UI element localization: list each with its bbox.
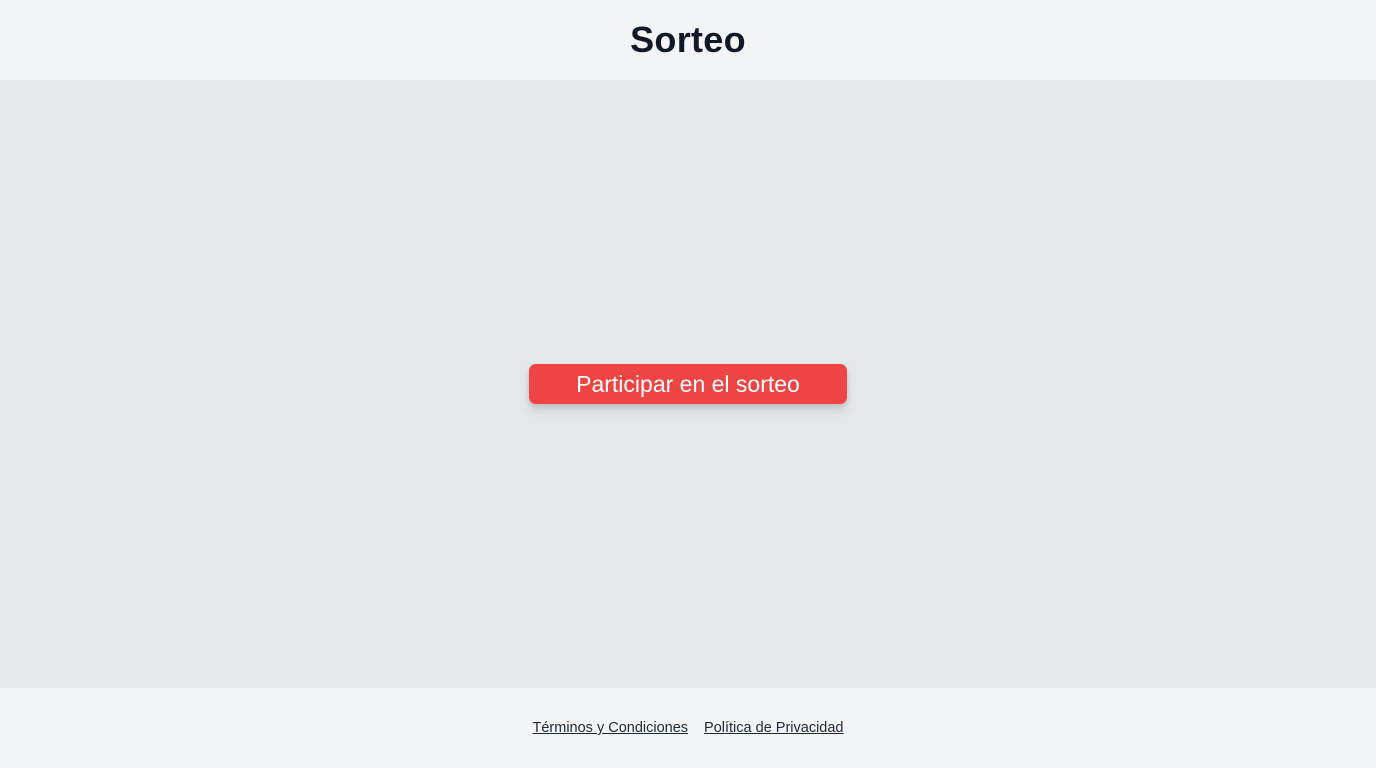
terms-link[interactable]: Términos y Condiciones [533,720,689,736]
participate-button[interactable]: Participar en el sorteo [529,364,847,404]
page-header: Sorteo [0,0,1376,80]
privacy-link[interactable]: Política de Privacidad [704,720,843,736]
main-content: Participar en el sorteo [0,80,1376,688]
page-title: Sorteo [630,19,746,60]
page-footer: Términos y Condiciones Política de Priva… [0,688,1376,768]
